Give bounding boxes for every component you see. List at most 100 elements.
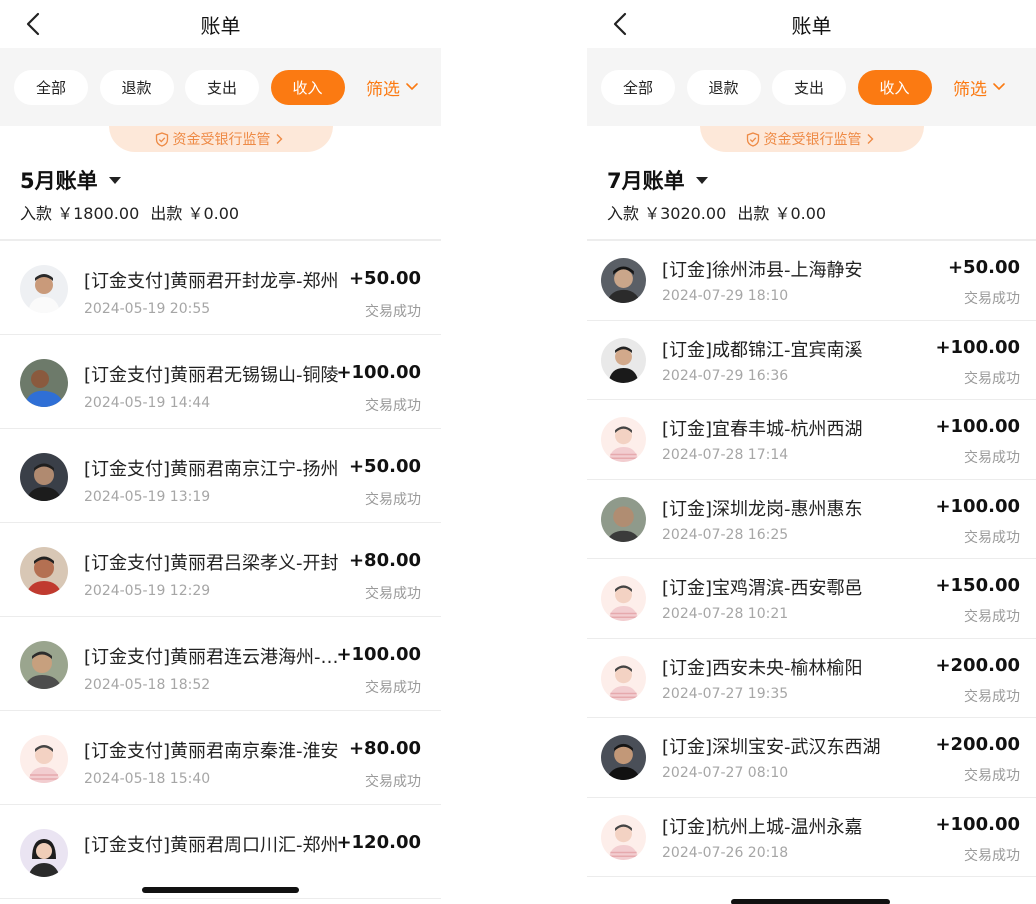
- transaction-name: [订金]杭州上城-温州永嘉: [662, 816, 863, 838]
- outgo-total: 出款 ￥0.00: [150, 204, 240, 223]
- transaction-row[interactable]: [订金支付]黄丽君开封龙亭-郑州 2024-05-19 20:55 +50.00…: [0, 241, 441, 335]
- transaction-amount: +50.00: [348, 456, 421, 477]
- transaction-name: [订金支付]黄丽君南京江宁-扬州: [84, 459, 339, 480]
- screen-filter-button[interactable]: 筛选: [953, 75, 1006, 100]
- transaction-amount: +100.00: [935, 813, 1020, 835]
- transaction-status: 交易成功: [964, 529, 1020, 546]
- month-summary: 入款 ￥3020.00 出款 ￥0.00: [587, 203, 1036, 225]
- shield-check-icon: [155, 131, 168, 147]
- home-indicator: [142, 887, 299, 893]
- avatar: [601, 735, 646, 780]
- transaction-name: [订金支付]黄丽君周口川汇-郑州: [84, 835, 339, 856]
- transaction-name: [订金支付]黄丽君连云港海州-徐州: [84, 647, 352, 668]
- transaction-date: 2024-05-19 12:29: [84, 583, 211, 599]
- screen-filter-label: 筛选: [953, 79, 987, 100]
- avatar: [20, 735, 68, 783]
- transaction-name: [订金]徐州沛县-上海静安: [662, 260, 863, 281]
- transaction-amount: +50.00: [348, 268, 421, 289]
- avatar: [601, 337, 646, 383]
- transaction-status: 交易成功: [365, 398, 421, 414]
- transaction-row[interactable]: [订金支付]黄丽君周口川汇-郑州 +120.00: [0, 805, 441, 899]
- filter-bar: 全部 退款 支出 收入 筛选: [0, 48, 441, 126]
- transaction-date: 2024-07-27 08:10: [662, 765, 789, 781]
- month-selector[interactable]: 7月账单: [587, 165, 1036, 195]
- transaction-date: 2024-05-18 18:52: [84, 677, 211, 693]
- transaction-row[interactable]: [订金]宜春丰城-杭州西湖 2024-07-28 17:14 +100.00 交…: [587, 400, 1036, 480]
- transaction-row[interactable]: [订金支付]黄丽君无锡锡山-铜陵 2024-05-19 14:44 +100.0…: [0, 335, 441, 429]
- transaction-name: [订金]西安未央-榆林榆阳: [662, 657, 863, 679]
- transaction-list: [订金支付]黄丽君开封龙亭-郑州 2024-05-19 20:55 +50.00…: [0, 241, 441, 899]
- transaction-amount: +100.00: [336, 644, 421, 665]
- transaction-status: 交易成功: [365, 492, 421, 508]
- transaction-name: [订金支付]黄丽君南京秦淮-淮安: [84, 741, 339, 762]
- transaction-row[interactable]: [订金支付]黄丽君连云港海州-徐州 2024-05-18 18:52 +100.…: [0, 617, 441, 711]
- transaction-name: [订金]成都锦江-宜宾南溪: [662, 339, 863, 361]
- filter-bar: 全部 退款 支出 收入 筛选: [587, 48, 1036, 126]
- supervise-banner[interactable]: 资金受银行监管: [699, 126, 924, 152]
- transaction-row[interactable]: [订金支付]黄丽君南京江宁-扬州 2024-05-19 13:19 +50.00…: [0, 429, 441, 523]
- shield-check-icon: [746, 131, 759, 147]
- filter-chip-refund[interactable]: 退款: [99, 69, 174, 105]
- transaction-status: 交易成功: [365, 304, 421, 320]
- transaction-date: 2024-07-28 10:21: [662, 606, 789, 622]
- avatar: [601, 417, 646, 462]
- transaction-row[interactable]: [订金支付]黄丽君南京秦淮-淮安 2024-05-18 15:40 +80.00…: [0, 711, 441, 805]
- transaction-date: 2024-07-26 20:18: [662, 844, 789, 861]
- avatar: [20, 359, 68, 407]
- transaction-status: 交易成功: [964, 370, 1020, 387]
- transaction-amount: +100.00: [935, 416, 1020, 437]
- filter-chip-all[interactable]: 全部: [14, 69, 88, 105]
- outgo-total: 出款 ￥0.00: [737, 204, 827, 223]
- avatar: [20, 829, 68, 877]
- transaction-row[interactable]: [订金]深圳龙岗-惠州惠东 2024-07-28 16:25 +100.00 交…: [587, 480, 1036, 559]
- month-selector[interactable]: 5月账单: [0, 165, 441, 195]
- transaction-row[interactable]: [订金]杭州上城-温州永嘉 2024-07-26 20:18 +100.00 交…: [587, 798, 1036, 877]
- chevron-left-icon[interactable]: [22, 10, 46, 38]
- transaction-status: 交易成功: [964, 609, 1020, 625]
- income-total: 入款 ￥1800.00: [20, 204, 140, 223]
- filter-chip-all[interactable]: 全部: [601, 69, 675, 105]
- transaction-amount: +80.00: [348, 550, 421, 571]
- screen-filter-button[interactable]: 筛选: [366, 75, 419, 100]
- page-title: 账单: [200, 13, 241, 38]
- filter-chip-expense[interactable]: 支出: [185, 69, 259, 105]
- supervise-label: 资金受银行监管: [763, 132, 862, 148]
- avatar: [601, 496, 646, 542]
- transaction-date: 2024-07-29 18:10: [662, 288, 789, 304]
- transaction-amount: +150.00: [935, 575, 1020, 596]
- transaction-status: 交易成功: [365, 774, 421, 790]
- transaction-row[interactable]: [订金]徐州沛县-上海静安 2024-07-29 18:10 +50.00 交易…: [587, 241, 1036, 321]
- avatar: [601, 814, 646, 860]
- avatar: [20, 265, 68, 313]
- chevron-down-icon: [993, 83, 1005, 91]
- caret-down-icon: [108, 176, 121, 184]
- transaction-row[interactable]: [订金]西安未央-榆林榆阳 2024-07-27 19:35 +200.00 交…: [587, 639, 1036, 718]
- transaction-name: [订金]宝鸡渭滨-西安鄠邑: [662, 578, 863, 599]
- filter-chip-income[interactable]: 收入: [270, 69, 345, 105]
- transaction-amount: +100.00: [935, 336, 1020, 358]
- transaction-amount: +50.00: [947, 257, 1020, 278]
- transaction-date: 2024-05-19 14:44: [84, 395, 211, 411]
- transaction-date: 2024-05-19 20:55: [84, 301, 211, 317]
- transaction-row[interactable]: [订金]深圳宝安-武汉东西湖 2024-07-27 08:10 +200.00 …: [587, 718, 1036, 798]
- filter-chip-refund[interactable]: 退款: [686, 69, 761, 105]
- transaction-row[interactable]: [订金]成都锦江-宜宾南溪 2024-07-29 16:36 +100.00 交…: [587, 321, 1036, 400]
- transaction-amount: +120.00: [336, 832, 421, 853]
- transaction-amount: +200.00: [935, 654, 1020, 676]
- month-label: 5月账单: [20, 169, 98, 193]
- transaction-row[interactable]: [订金支付]黄丽君吕梁孝义-开封 2024-05-19 12:29 +80.00…: [0, 523, 441, 617]
- transaction-row[interactable]: [订金]宝鸡渭滨-西安鄠邑 2024-07-28 10:21 +150.00 交…: [587, 559, 1036, 639]
- transaction-date: 2024-07-29 16:36: [662, 367, 789, 384]
- chevron-left-icon[interactable]: [609, 10, 633, 38]
- avatar: [20, 547, 68, 595]
- filter-chip-income[interactable]: 收入: [857, 69, 932, 105]
- avatar: [601, 258, 646, 303]
- transaction-status: 交易成功: [365, 586, 421, 602]
- bill-screen-may: 账单 全部 退款 支出 收入 筛选 资金受银行监管 5月账单 入款 ￥1800.…: [0, 0, 441, 904]
- filter-chip-expense[interactable]: 支出: [772, 69, 846, 105]
- transaction-name: [订金]深圳龙岗-惠州惠东: [662, 498, 863, 520]
- supervise-banner[interactable]: 资金受银行监管: [108, 126, 333, 152]
- transaction-amount: +100.00: [935, 495, 1020, 517]
- transaction-name: [订金]深圳宝安-武汉东西湖: [662, 737, 881, 758]
- nav-bar: 账单: [0, 0, 441, 48]
